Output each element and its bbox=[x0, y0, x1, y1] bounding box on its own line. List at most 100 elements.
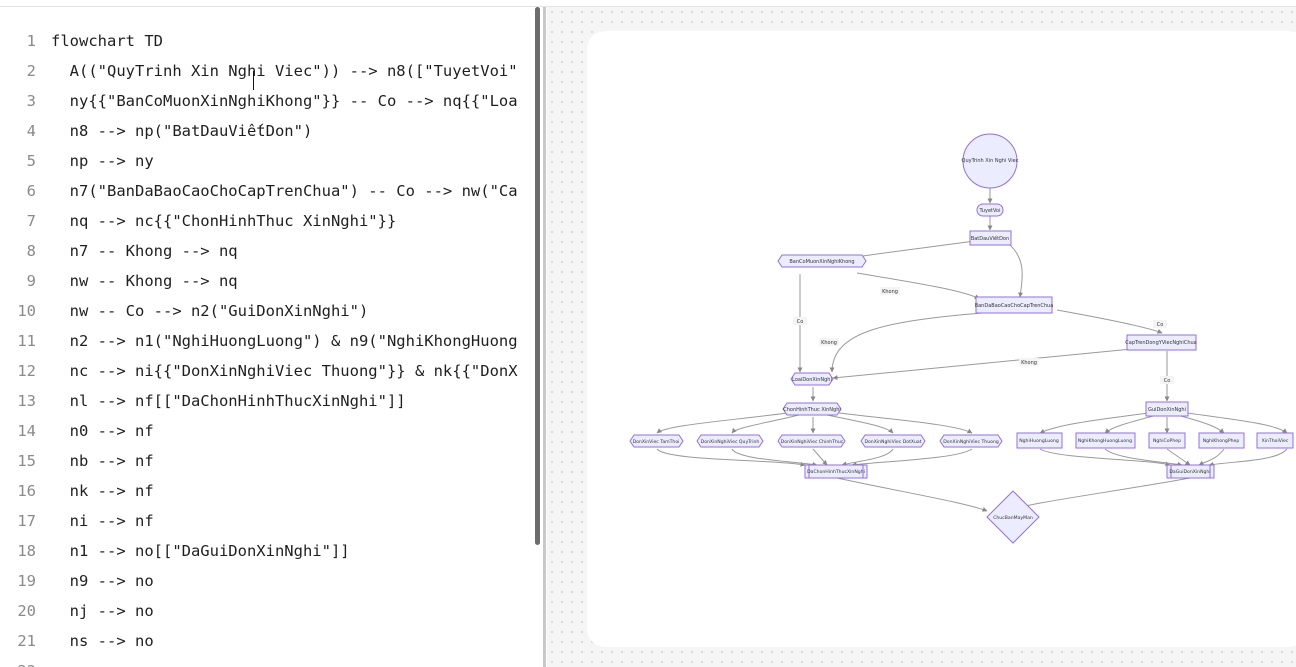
code-line[interactable]: 11 n2 --> n1("NghiHuongLuong") & n9("Ngh… bbox=[0, 326, 533, 356]
node-start[interactable]: QuyTrinh Xin Nghi Viec bbox=[962, 133, 1019, 189]
line-number: 14 bbox=[17, 422, 36, 440]
edge-label-co-1: Co bbox=[793, 317, 807, 325]
editor-scrollbar-thumb[interactable] bbox=[535, 7, 540, 545]
svg-text:DonXinViec TamThoi: DonXinViec TamThoi bbox=[633, 439, 680, 445]
node-g1[interactable]: NghiHuongLuong bbox=[1016, 432, 1063, 449]
code-line[interactable]: 6 n7("BanDaBaoCaoChoCapTrenChua") -- Co … bbox=[0, 176, 533, 206]
line-code: nl --> nf[["DaChonHinhThucXinNghi"]] bbox=[51, 392, 406, 410]
line-number: 6 bbox=[26, 182, 36, 200]
svg-text:LoaiDonXinNghi: LoaiDonXinNghi bbox=[792, 377, 832, 383]
svg-text:BanDaBaoCaoChoCapTrenChua: BanDaBaoCaoChoCapTrenChua bbox=[975, 303, 1054, 309]
node-chonhinhthuc[interactable]: ChonHinhThuc XinNghi bbox=[782, 402, 842, 416]
line-number: 8 bbox=[26, 242, 36, 260]
edge bbox=[1009, 244, 1024, 298]
line-number: 18 bbox=[17, 542, 36, 560]
edge bbox=[1186, 412, 1288, 434]
code-line[interactable]: 13 nl --> nf[["DaChonHinhThucXinNghi"]] bbox=[0, 386, 533, 416]
code-line[interactable]: 9 nw -- Khong --> nq bbox=[0, 266, 533, 296]
node-g4[interactable]: NghiKhongPhep bbox=[1198, 432, 1245, 449]
svg-text:Khong: Khong bbox=[882, 289, 898, 295]
code-line[interactable]: 21 ns --> no bbox=[0, 626, 533, 656]
line-number: 17 bbox=[17, 512, 36, 530]
line-number: 1 bbox=[26, 32, 36, 50]
node-d2[interactable]: DonXinNghiViec QuyTrinh bbox=[696, 434, 764, 448]
node-guidon[interactable]: GuiDonXinNghi bbox=[1145, 401, 1189, 417]
node-d1[interactable]: DonXinViec TamThoi bbox=[629, 434, 684, 448]
code-editor[interactable]: 1 flowchart TD 2 A(("QuyTrinh Xin Nghi Vie… bbox=[0, 7, 533, 667]
code-line[interactable]: 22 bbox=[0, 656, 533, 667]
node-batdau[interactable]: BatDauViếtDon bbox=[969, 230, 1012, 246]
svg-text:GuiDonXinNghi: GuiDonXinNghi bbox=[1148, 407, 1186, 413]
node-g3[interactable]: NghiCoPhep bbox=[1148, 432, 1186, 449]
edge bbox=[1006, 477, 1191, 512]
code-line[interactable]: 15 nb --> nf bbox=[0, 446, 533, 476]
line-number: 2 bbox=[26, 62, 36, 80]
line-code: ny{{"BanCoMuonXinNghiKhong"}} -- Co --> … bbox=[51, 92, 518, 110]
line-number: 15 bbox=[17, 452, 36, 470]
line-code: n2 --> n1("NghiHuongLuong") & n9("NghiKh… bbox=[51, 332, 518, 350]
edge bbox=[836, 477, 988, 512]
line-code: nw -- Co --> n2("GuiDonXinNghi") bbox=[51, 302, 369, 320]
svg-text:Co: Co bbox=[1157, 322, 1164, 328]
svg-text:Co: Co bbox=[797, 319, 804, 325]
code-line[interactable]: 4 n8 --> np("BatDauViếtDon") bbox=[0, 116, 533, 146]
svg-text:DaGuiDonXinNghi: DaGuiDonXinNghi bbox=[1169, 469, 1210, 475]
code-line[interactable]: 2 A(("QuyTrinh Xin Nghi Viec")) --> n8([… bbox=[0, 56, 533, 86]
pane-resize-handle[interactable] bbox=[543, 7, 546, 667]
svg-text:QuyTrinh Xin Nghi Viec: QuyTrinh Xin Nghi Viec bbox=[962, 158, 1019, 164]
node-bancomuon[interactable]: BanCoMuonXinNghiKhong bbox=[777, 254, 867, 268]
edge-label-co-3: Co bbox=[1160, 376, 1174, 384]
edge bbox=[656, 448, 806, 467]
node-captren[interactable]: CapTrenDongYViecNghiChua bbox=[1125, 334, 1197, 351]
line-code: nc --> ni{{"DonXinNghiViec Thuong"}} & n… bbox=[51, 362, 518, 380]
node-dagui[interactable]: DaGuiDonXinNghi bbox=[1166, 464, 1215, 479]
edge bbox=[832, 348, 1133, 381]
svg-text:NghiCoPhep: NghiCoPhep bbox=[1153, 438, 1181, 444]
node-loaidon[interactable]: LoaiDonXinNghi bbox=[790, 372, 834, 386]
code-line[interactable]: 1 flowchart TD bbox=[0, 26, 533, 56]
line-number: 19 bbox=[17, 572, 36, 590]
edge bbox=[1056, 309, 1163, 334]
svg-text:DonXinNghiViec DotXuat: DonXinNghiViec DotXuat bbox=[864, 439, 921, 445]
edge bbox=[841, 448, 894, 467]
code-line[interactable]: 19 n9 --> no bbox=[0, 566, 533, 596]
line-number: 13 bbox=[17, 392, 36, 410]
svg-text:Khong: Khong bbox=[821, 340, 837, 346]
line-code: n1 --> no[["DaGuiDonXinNghi"]] bbox=[51, 542, 350, 560]
edge bbox=[1208, 448, 1288, 467]
edge-label-khong-1: Khong bbox=[880, 287, 900, 295]
diagram-preview-panel[interactable]: Khong Co Co Khong Khong Co QuyTrinh Xin … bbox=[547, 7, 1296, 667]
svg-text:NghiKhongPhep: NghiKhongPhep bbox=[1203, 438, 1240, 444]
code-line[interactable]: 16 nk --> nf bbox=[0, 476, 533, 506]
line-code: nw -- Khong --> nq bbox=[51, 272, 238, 290]
svg-text:ChucBanMayMan: ChucBanMayMan bbox=[993, 515, 1033, 521]
diagram-canvas[interactable]: Khong Co Co Khong Khong Co QuyTrinh Xin … bbox=[587, 31, 1296, 647]
line-number: 4 bbox=[26, 122, 36, 140]
node-d5[interactable]: DonXinNghiViec Thuong bbox=[939, 434, 1003, 448]
code-line[interactable]: 12 nc --> ni{{"DonXinNghiViec Thuong"}} … bbox=[0, 356, 533, 386]
node-d4[interactable]: DonXinNghiViec DotXuat bbox=[860, 434, 926, 448]
line-code: n9 --> no bbox=[51, 572, 154, 590]
node-chuc[interactable]: ChucBanMayMan bbox=[986, 490, 1040, 544]
node-d3[interactable]: DonXinNghiViec ChinhThuc bbox=[777, 434, 846, 448]
svg-text:NghiHuongLuong: NghiHuongLuong bbox=[1019, 438, 1059, 444]
line-code: n7 -- Khong --> nq bbox=[51, 242, 238, 260]
node-g2[interactable]: NghiKhongHuongLuong bbox=[1075, 432, 1136, 449]
code-line[interactable]: 17 ni --> nf bbox=[0, 506, 533, 536]
code-line[interactable]: 7 nq --> nc{{"ChonHinhThuc XinNghi"}} bbox=[0, 206, 533, 236]
node-bandabaocao[interactable]: BanDaBaoCaoChoCapTrenChua bbox=[975, 296, 1054, 314]
code-line[interactable]: 8 n7 -- Khong --> nq bbox=[0, 236, 533, 266]
line-code: ns --> no bbox=[51, 632, 154, 650]
node-g5[interactable]: XinThoiViec bbox=[1256, 432, 1294, 449]
code-line[interactable]: 10 nw -- Co --> n2("GuiDonXinNghi") bbox=[0, 296, 533, 326]
line-number: 12 bbox=[17, 362, 36, 380]
code-line[interactable]: 18 n1 --> no[["DaGuiDonXinNghi"]] bbox=[0, 536, 533, 566]
node-dachon[interactable]: DaChonHinhThucXinNghi bbox=[804, 464, 868, 479]
line-code: nk --> nf bbox=[51, 482, 154, 500]
code-line[interactable]: 5 np --> ny bbox=[0, 146, 533, 176]
code-line[interactable]: 20 nj --> no bbox=[0, 596, 533, 626]
node-tuyetvoi[interactable]: TuyetVoi bbox=[976, 203, 1004, 217]
edge bbox=[838, 412, 973, 434]
code-line[interactable]: 3 ny{{"BanCoMuonXinNghiKhong"}} -- Co --… bbox=[0, 86, 533, 116]
code-line[interactable]: 14 n0 --> nf bbox=[0, 416, 533, 446]
